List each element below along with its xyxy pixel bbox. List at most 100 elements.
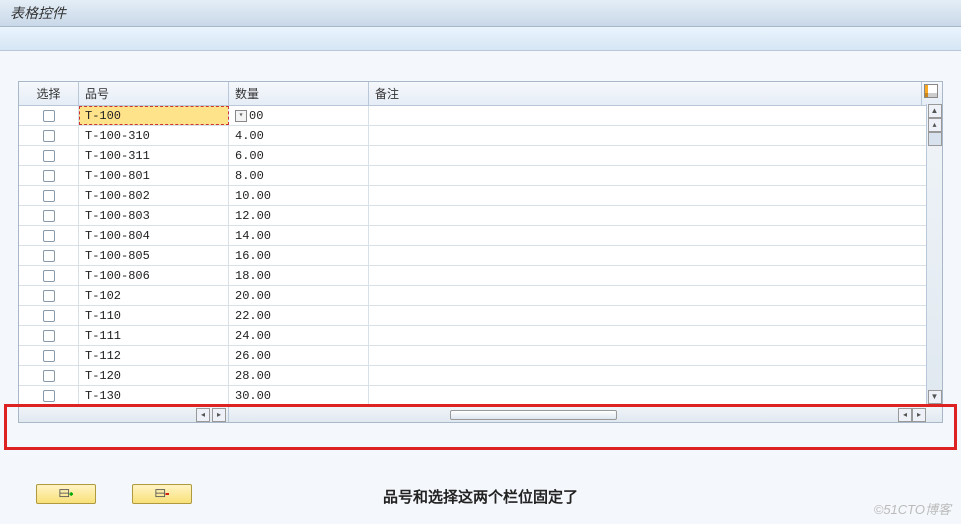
row-checkbox[interactable] bbox=[43, 210, 55, 222]
scroll-thumb[interactable] bbox=[928, 132, 942, 146]
hscroll-fixed-left[interactable]: ◂ bbox=[196, 408, 210, 422]
table-row[interactable]: T-11226.00 bbox=[19, 346, 942, 366]
note-cell[interactable] bbox=[369, 386, 942, 405]
hscroll-thumb[interactable] bbox=[450, 410, 617, 420]
row-checkbox[interactable] bbox=[43, 190, 55, 202]
row-checkbox[interactable] bbox=[43, 130, 55, 142]
table-row[interactable]: T-13030.00 bbox=[19, 386, 942, 406]
qty-cell[interactable]: 6.00 bbox=[229, 146, 369, 165]
item-cell[interactable]: T-102 bbox=[79, 286, 229, 305]
item-cell[interactable]: T-130 bbox=[79, 386, 229, 405]
qty-cell[interactable]: 4.00 bbox=[229, 126, 369, 145]
note-cell[interactable] bbox=[369, 186, 942, 205]
qty-cell[interactable]: 20.00 bbox=[229, 286, 369, 305]
col-header-note[interactable]: 备注 bbox=[369, 82, 922, 105]
table-row[interactable]: T-100-3116.00 bbox=[19, 146, 942, 166]
item-cell[interactable]: T-112 bbox=[79, 346, 229, 365]
horizontal-scrollbar[interactable]: ◂ ▸ ◂ ▸ bbox=[19, 406, 942, 422]
item-cell[interactable]: T-100-804 bbox=[79, 226, 229, 245]
item-cell[interactable]: T-100 bbox=[79, 106, 229, 125]
row-select-cell[interactable] bbox=[19, 266, 79, 285]
row-select-cell[interactable] bbox=[19, 246, 79, 265]
note-cell[interactable] bbox=[369, 146, 942, 165]
note-cell[interactable] bbox=[369, 346, 942, 365]
note-cell[interactable] bbox=[369, 326, 942, 345]
row-checkbox[interactable] bbox=[43, 330, 55, 342]
table-row[interactable]: T-100-8018.00 bbox=[19, 166, 942, 186]
note-cell[interactable] bbox=[369, 366, 942, 385]
hscroll-fixed-right[interactable]: ▸ bbox=[212, 408, 226, 422]
qty-cell[interactable]: 14.00 bbox=[229, 226, 369, 245]
col-header-qty[interactable]: 数量 bbox=[229, 82, 369, 105]
note-cell[interactable] bbox=[369, 266, 942, 285]
item-cell[interactable]: T-100-805 bbox=[79, 246, 229, 265]
table-row[interactable]: T-12028.00 bbox=[19, 366, 942, 386]
table-row[interactable]: T-100-80414.00 bbox=[19, 226, 942, 246]
item-cell[interactable]: T-100-806 bbox=[79, 266, 229, 285]
row-select-cell[interactable] bbox=[19, 206, 79, 225]
item-cell[interactable]: T-100-311 bbox=[79, 146, 229, 165]
qty-cell[interactable]: 16.00 bbox=[229, 246, 369, 265]
row-checkbox[interactable] bbox=[43, 110, 55, 122]
row-select-cell[interactable] bbox=[19, 106, 79, 125]
table-row[interactable]: T-10220.00 bbox=[19, 286, 942, 306]
row-checkbox[interactable] bbox=[43, 390, 55, 402]
note-cell[interactable] bbox=[369, 166, 942, 185]
item-cell[interactable]: T-110 bbox=[79, 306, 229, 325]
row-checkbox[interactable] bbox=[43, 310, 55, 322]
row-select-cell[interactable] bbox=[19, 326, 79, 345]
scroll-down-button[interactable]: ▼ bbox=[928, 390, 942, 404]
row-select-cell[interactable] bbox=[19, 186, 79, 205]
hscroll-left[interactable]: ◂ bbox=[898, 408, 912, 422]
note-cell[interactable] bbox=[369, 106, 942, 125]
row-select-cell[interactable] bbox=[19, 166, 79, 185]
table-config-button[interactable] bbox=[922, 82, 942, 105]
hscroll-right[interactable]: ▸ bbox=[912, 408, 926, 422]
row-select-cell[interactable] bbox=[19, 386, 79, 405]
vertical-scrollbar[interactable]: ▲ ▴ ▼ bbox=[926, 104, 942, 404]
item-cell[interactable]: T-120 bbox=[79, 366, 229, 385]
row-select-cell[interactable] bbox=[19, 306, 79, 325]
item-cell[interactable]: T-100-801 bbox=[79, 166, 229, 185]
row-checkbox[interactable] bbox=[43, 230, 55, 242]
item-cell[interactable]: T-100-803 bbox=[79, 206, 229, 225]
row-select-cell[interactable] bbox=[19, 146, 79, 165]
table-row[interactable]: T-11124.00 bbox=[19, 326, 942, 346]
scroll-pageup-button[interactable]: ▴ bbox=[928, 118, 942, 132]
item-cell[interactable]: T-111 bbox=[79, 326, 229, 345]
col-header-item[interactable]: 品号 bbox=[79, 82, 229, 105]
note-cell[interactable] bbox=[369, 286, 942, 305]
qty-cell[interactable]: 22.00 bbox=[229, 306, 369, 325]
row-checkbox[interactable] bbox=[43, 150, 55, 162]
qty-cell[interactable]: 8.00 bbox=[229, 166, 369, 185]
qty-cell[interactable]: 26.00 bbox=[229, 346, 369, 365]
row-checkbox[interactable] bbox=[43, 270, 55, 282]
table-row[interactable]: T-100▾00 bbox=[19, 106, 942, 126]
table-row[interactable]: T-100-80210.00 bbox=[19, 186, 942, 206]
table-row[interactable]: T-100-3104.00 bbox=[19, 126, 942, 146]
note-cell[interactable] bbox=[369, 206, 942, 225]
table-row[interactable]: T-11022.00 bbox=[19, 306, 942, 326]
qty-cell[interactable]: 24.00 bbox=[229, 326, 369, 345]
table-row[interactable]: T-100-80516.00 bbox=[19, 246, 942, 266]
row-select-cell[interactable] bbox=[19, 366, 79, 385]
row-checkbox[interactable] bbox=[43, 350, 55, 362]
row-checkbox[interactable] bbox=[43, 170, 55, 182]
row-select-cell[interactable] bbox=[19, 126, 79, 145]
col-header-select[interactable]: 选择 bbox=[19, 82, 79, 105]
row-select-cell[interactable] bbox=[19, 286, 79, 305]
note-cell[interactable] bbox=[369, 126, 942, 145]
row-checkbox[interactable] bbox=[43, 370, 55, 382]
table-row[interactable]: T-100-80312.00 bbox=[19, 206, 942, 226]
row-checkbox[interactable] bbox=[43, 290, 55, 302]
note-cell[interactable] bbox=[369, 246, 942, 265]
table-row[interactable]: T-100-80618.00 bbox=[19, 266, 942, 286]
row-select-cell[interactable] bbox=[19, 226, 79, 245]
item-cell[interactable]: T-100-310 bbox=[79, 126, 229, 145]
qty-cell[interactable]: 12.00 bbox=[229, 206, 369, 225]
qty-cell[interactable]: 28.00 bbox=[229, 366, 369, 385]
note-cell[interactable] bbox=[369, 306, 942, 325]
row-select-cell[interactable] bbox=[19, 346, 79, 365]
row-checkbox[interactable] bbox=[43, 250, 55, 262]
qty-cell[interactable]: 30.00 bbox=[229, 386, 369, 405]
